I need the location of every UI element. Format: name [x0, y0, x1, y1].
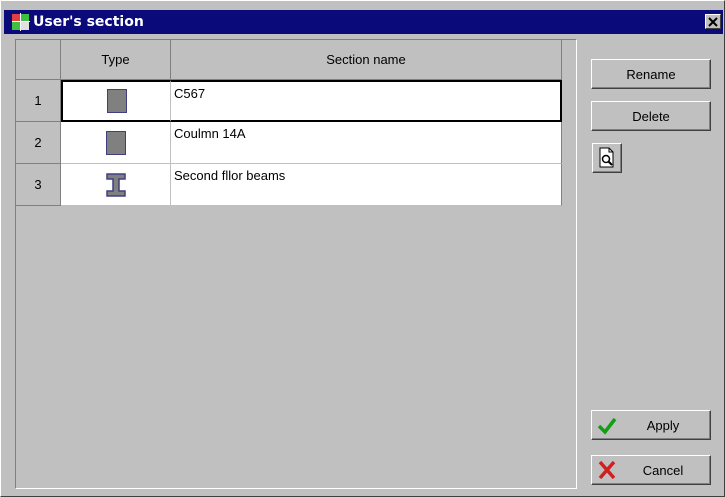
apply-button[interactable]: Apply — [591, 410, 711, 440]
rectangle-section-icon — [105, 130, 126, 155]
section-name-cell[interactable]: Second fllor beams — [171, 164, 562, 206]
close-icon — [708, 16, 718, 27]
type-cell[interactable] — [61, 164, 171, 206]
grid-header-row: Type Section name — [16, 40, 562, 80]
table-row[interactable]: 1 C567 — [16, 80, 562, 122]
window-title: User's section — [33, 14, 144, 30]
sections-grid: Type Section name 1 C567 2 Coulmn 14A 3 — [15, 39, 577, 489]
cancel-label: Cancel — [642, 462, 684, 478]
header-corner[interactable] — [16, 40, 61, 80]
rectangle-section-icon — [106, 89, 127, 113]
user-section-dialog: User's section Type Section name 1 C567 — [0, 0, 725, 497]
type-cell[interactable] — [61, 122, 171, 164]
table-row[interactable]: 2 Coulmn 14A — [16, 122, 562, 164]
preview-document-icon — [599, 147, 614, 168]
table-row[interactable]: 3 Second fllor beams — [16, 164, 562, 206]
apply-label: Apply — [646, 417, 680, 433]
close-button[interactable] — [705, 14, 721, 29]
preview-button[interactable] — [592, 143, 622, 173]
section-name-cell[interactable]: Coulmn 14A — [171, 122, 562, 164]
row-number[interactable]: 3 — [16, 164, 61, 206]
i-beam-section-icon — [105, 172, 126, 197]
delete-button[interactable]: Delete — [591, 101, 711, 131]
header-type[interactable]: Type — [61, 40, 171, 80]
title-bar: User's section — [4, 10, 723, 34]
rename-button[interactable]: Rename — [591, 59, 711, 89]
type-cell[interactable] — [61, 80, 171, 122]
app-grid-icon — [12, 13, 30, 31]
cancel-button[interactable]: Cancel — [591, 455, 711, 485]
x-icon — [598, 460, 616, 480]
section-name-cell[interactable]: C567 — [171, 80, 562, 122]
row-number[interactable]: 1 — [16, 80, 61, 122]
checkmark-icon — [597, 417, 617, 435]
header-section-name[interactable]: Section name — [171, 40, 562, 80]
row-number[interactable]: 2 — [16, 122, 61, 164]
